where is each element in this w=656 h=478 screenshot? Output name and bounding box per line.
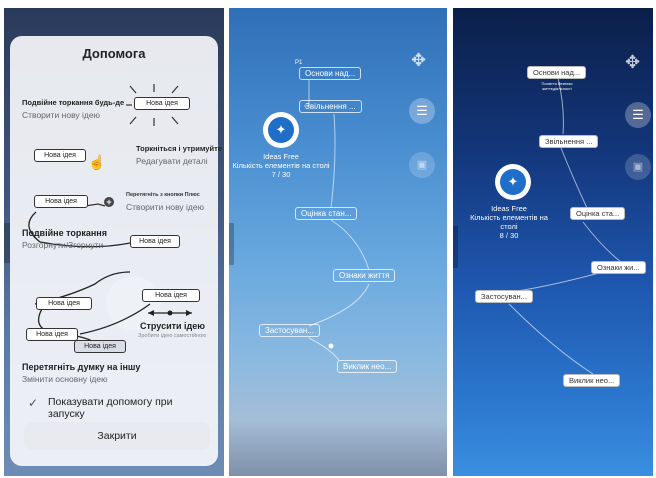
app-logo[interactable]: ✦ xyxy=(495,164,531,200)
check-icon[interactable]: ✓ xyxy=(28,396,38,410)
make-independent-label: Зробити ідею самостійною xyxy=(138,333,207,339)
app-info: Ideas Free Кількість елементів на столі … xyxy=(231,152,331,179)
example-idea-node: Нова ідея xyxy=(130,235,180,248)
create-idea-label: Створити нову ідею xyxy=(22,110,100,120)
checkbox-button[interactable]: ▣ xyxy=(625,154,651,180)
change-main-label: Змінити основну ідею xyxy=(22,374,108,384)
menu-icon[interactable]: ☰ xyxy=(625,102,651,128)
count-value: 8 / 30 xyxy=(499,231,519,240)
show-help-checkbox-label[interactable]: Показувати допомогу при запуску xyxy=(48,396,208,420)
idea-node[interactable]: Ознаки жи... xyxy=(591,261,646,274)
idea-node[interactable]: Ознаки життя xyxy=(333,269,396,282)
edit-details-label: Редагувати деталі xyxy=(136,156,208,166)
example-idea-node: Нова ідея xyxy=(74,340,126,353)
plus-icon: + xyxy=(104,197,114,207)
app-name: Ideas Free xyxy=(491,204,527,213)
checkbox-button[interactable]: ▣ xyxy=(409,152,435,178)
idea-node[interactable]: Основи над... xyxy=(299,67,362,80)
app-info: Ideas Free Кількість елементів на столі … xyxy=(461,204,557,240)
help-dialog: Допомога Подвійне торкання будь-де Створ… xyxy=(10,36,222,466)
example-idea-node: Нова ідея xyxy=(142,289,200,302)
menu-icon[interactable]: ☰ xyxy=(409,98,435,124)
mindmap-screen-light: P1 Основи над... Звільнення ... Оцінка с… xyxy=(229,8,447,476)
side-tab xyxy=(229,223,234,265)
double-tap-title: Подвійне торкання xyxy=(22,228,107,238)
idea-node[interactable]: Основи над... xyxy=(527,66,587,79)
drag-plus-title: Перетягніть з кнопки Плюс xyxy=(126,192,200,198)
idea-node[interactable]: Застосуван... xyxy=(259,324,320,337)
example-idea-node: Нова ідея xyxy=(26,328,78,341)
logo-icon: ✦ xyxy=(500,169,526,195)
count-label: Кількість елементів на столі xyxy=(232,161,330,170)
example-idea-node: Нова ідея xyxy=(134,97,190,110)
idea-node[interactable]: Звільнення ... xyxy=(539,135,599,148)
example-idea-node: Нова ідея xyxy=(36,297,92,310)
help-screen: Допомога Подвійне торкання будь-де Створ… xyxy=(4,8,224,476)
idea-node[interactable]: Оцінка ста... xyxy=(570,207,626,220)
app-name: Ideas Free xyxy=(263,152,299,161)
idea-node[interactable]: Застосуван... xyxy=(475,290,533,303)
logo-icon: ✦ xyxy=(268,117,294,143)
idea-node[interactable]: Оцінка стан... xyxy=(295,207,358,220)
move-icon[interactable]: ✥ xyxy=(625,52,640,73)
idea-node[interactable]: Виклик нео... xyxy=(563,374,621,387)
idea-node[interactable]: Звільнення ... xyxy=(299,100,362,113)
close-button[interactable]: Закрити xyxy=(24,422,210,450)
side-tab xyxy=(453,226,458,268)
idea-note: Поняття безпеки життєдіяльності xyxy=(541,81,573,91)
collapse-label: Розгорнути/Згорнути xyxy=(22,240,104,250)
count-label: Кількість елементів на столі xyxy=(470,213,548,231)
example-idea-node: Нова ідея xyxy=(34,195,88,208)
count-value: 7 / 30 xyxy=(271,170,291,179)
mindmap-screen-dark: Основи над... Поняття безпеки життєдіяль… xyxy=(453,8,653,476)
pin-label: P1 xyxy=(295,60,303,66)
app-logo[interactable]: ✦ xyxy=(263,112,299,148)
example-idea-node: Нова ідея xyxy=(34,149,86,162)
shake-idea-title: Струсити ідею xyxy=(140,321,205,331)
idea-node[interactable]: Виклик нео... xyxy=(337,360,398,373)
create-idea-label-2: Створити нову ідею xyxy=(126,202,204,212)
touch-hold-title: Торкніться і утримуйте xyxy=(136,144,222,153)
tap-anywhere-title: Подвійне торкання будь-де xyxy=(22,98,125,107)
hand-icon: ☝ xyxy=(88,154,106,170)
move-icon[interactable]: ✥ xyxy=(411,50,426,71)
drag-thought-title: Перетягніть думку на іншу xyxy=(22,362,141,372)
